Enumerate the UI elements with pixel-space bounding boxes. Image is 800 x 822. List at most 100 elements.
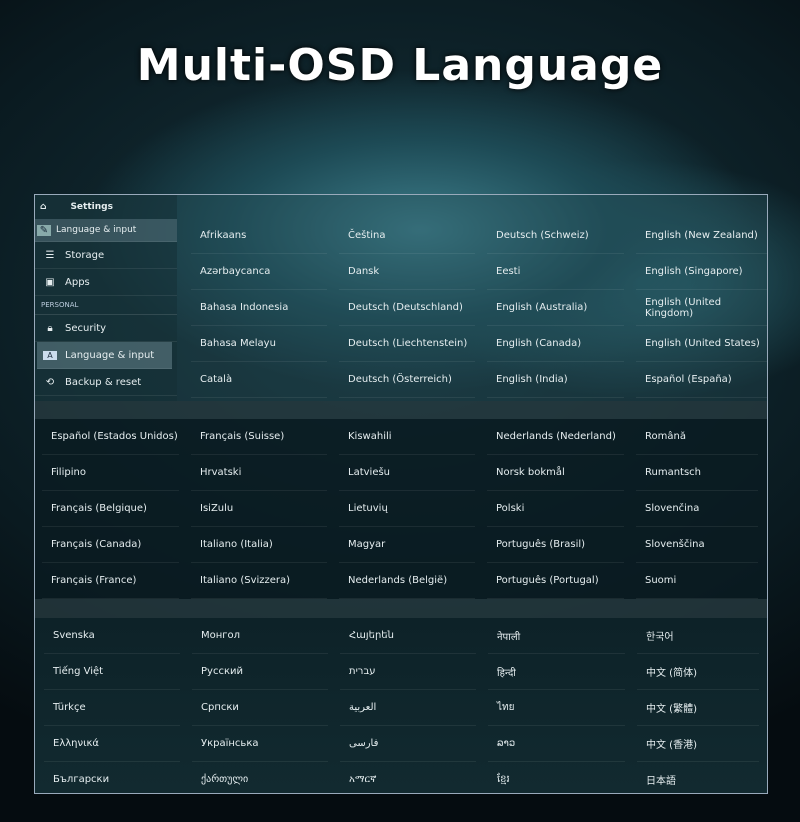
home-icon[interactable]: ⌂	[40, 202, 46, 212]
language-option[interactable]: Bahasa Indonesia	[191, 290, 327, 326]
language-option[interactable]: Tiếng Việt	[44, 654, 180, 690]
sidebar-item-storage[interactable]: ☰ Storage	[35, 242, 177, 269]
lock-icon: 🔒︎	[47, 322, 53, 334]
language-option[interactable]: 中文 (简体)	[637, 654, 759, 690]
language-option[interactable]: Română	[636, 419, 758, 455]
language-option[interactable]: Български	[44, 762, 180, 793]
divider	[35, 401, 767, 419]
language-option[interactable]: Lietuvių	[339, 491, 475, 527]
language-section-1: ⌂ Settings ✎ Language & input ☰ Storage …	[35, 195, 767, 401]
language-option[interactable]: English (India)	[487, 362, 624, 398]
language-option[interactable]: Suomi	[636, 563, 758, 599]
settings-title: Settings	[70, 202, 113, 212]
sidebar-item-label: Backup & reset	[65, 376, 142, 388]
language-option[interactable]: Ελληνικά	[44, 726, 180, 762]
backup-icon: ⟲	[45, 376, 55, 388]
sidebar-item-label: Storage	[65, 249, 105, 261]
language-option[interactable]: Dansk	[339, 254, 475, 290]
language-option[interactable]: 中文 (繁體)	[637, 690, 759, 726]
language-option[interactable]: Português (Brasil)	[487, 527, 624, 563]
page-title: Multi-OSD Language	[136, 40, 664, 91]
language-option[interactable]: Slovenčina	[636, 491, 758, 527]
sidebar-item-label: Apps	[65, 276, 90, 288]
settings-sidebar: ⌂ Settings ✎ Language & input ☰ Storage …	[35, 195, 177, 401]
language-option[interactable]: Hrvatski	[191, 455, 327, 491]
language-option[interactable]: English (Australia)	[487, 290, 624, 326]
language-option[interactable]: Azərbaycanca	[191, 254, 327, 290]
sidebar-item-language-input[interactable]: A Language & input	[37, 342, 172, 369]
language-option[interactable]: Kiswahili	[339, 419, 475, 455]
category-personal: PERSONAL	[35, 296, 177, 315]
language-option[interactable]: Rumantsch	[636, 455, 758, 491]
language-option[interactable]: Français (Canada)	[42, 527, 179, 563]
settings-panel: ⌂ Settings ✎ Language & input ☰ Storage …	[34, 194, 768, 794]
language-option[interactable]: Հայերեն	[340, 618, 476, 654]
language-option[interactable]: 中文 (香港)	[637, 726, 759, 762]
language-option[interactable]: Español (Estados Unidos)	[42, 419, 179, 455]
current-page-language-input[interactable]: ✎ Language & input	[35, 219, 177, 242]
language-section-2: Español (Estados Unidos) Français (Suisse…	[35, 419, 767, 599]
sidebar-item-apps[interactable]: ▣ Apps	[35, 269, 177, 296]
language-option[interactable]: Français (France)	[42, 563, 179, 599]
language-option[interactable]: Русский	[192, 654, 328, 690]
language-option[interactable]: Deutsch (Österreich)	[339, 362, 475, 398]
language-option[interactable]: ខ្មែរ	[488, 762, 625, 793]
language-option[interactable]: हिन्दी	[488, 654, 625, 690]
language-option[interactable]: Deutsch (Deutschland)	[339, 290, 475, 326]
language-option[interactable]: Deutsch (Schweiz)	[487, 218, 624, 254]
language-option[interactable]: Português (Portugal)	[487, 563, 624, 599]
language-option[interactable]: Français (Suisse)	[191, 419, 327, 455]
language-option[interactable]: Español (España)	[636, 362, 767, 398]
language-option[interactable]: Slovenščina	[636, 527, 758, 563]
language-option[interactable]: Italiano (Svizzera)	[191, 563, 327, 599]
language-option[interactable]: English (New Zealand)	[636, 218, 767, 254]
sidebar-item-label: Language & input	[56, 225, 137, 235]
language-option[interactable]: नेपाली	[488, 618, 625, 654]
language-option[interactable]: Nederlands (België)	[339, 563, 475, 599]
language-option[interactable]: Svenska	[44, 618, 180, 654]
sidebar-item-label: Language & input	[65, 349, 155, 361]
language-option[interactable]: English (United States)	[636, 326, 767, 362]
language-option[interactable]: Latviešu	[339, 455, 475, 491]
language-option[interactable]: ລາວ	[488, 726, 625, 762]
language-section-3: Svenska Монгол Հայերեն नेपाली 한국어 Tiếng Việt Р…	[35, 618, 767, 793]
storage-icon: ☰	[45, 249, 55, 261]
language-option[interactable]: Italiano (Italia)	[191, 527, 327, 563]
language-option[interactable]: Norsk bokmål	[487, 455, 624, 491]
language-option[interactable]: العربية	[340, 690, 476, 726]
sidebar-item-backup-reset[interactable]: ⟲ Backup & reset	[35, 369, 177, 396]
language-option[interactable]: Монгол	[192, 618, 328, 654]
language-option[interactable]: Türkçe	[44, 690, 180, 726]
language-option[interactable]: Français (Belgique)	[42, 491, 179, 527]
language-option[interactable]: English (Canada)	[487, 326, 624, 362]
language-option[interactable]: Polski	[487, 491, 624, 527]
language-option[interactable]: Українська	[192, 726, 328, 762]
language-option[interactable]: Filipino	[42, 455, 179, 491]
language-option[interactable]: עברית	[340, 654, 476, 690]
divider	[35, 599, 767, 618]
settings-header[interactable]: ⌂ Settings	[35, 195, 177, 219]
language-option[interactable]: English (Singapore)	[636, 254, 767, 290]
language-option[interactable]: Afrikaans	[191, 218, 327, 254]
sidebar-item-label: Security	[65, 322, 107, 334]
language-option[interactable]: IsiZulu	[191, 491, 327, 527]
keyboard-icon: A	[43, 350, 57, 360]
language-option[interactable]: አማርኛ	[340, 762, 476, 793]
language-option[interactable]: Српски	[192, 690, 328, 726]
apps-icon: ▣	[45, 276, 55, 288]
language-option[interactable]: 日本語	[637, 762, 759, 793]
wrench-icon: ✎	[37, 224, 51, 236]
sidebar-item-security[interactable]: 🔒︎ Security	[35, 315, 177, 342]
language-option[interactable]: Nederlands (Nederland)	[487, 419, 624, 455]
language-option[interactable]: English (United Kingdom)	[636, 290, 767, 326]
language-option[interactable]: فارسی	[340, 726, 476, 762]
language-option[interactable]: ქართული	[192, 762, 328, 793]
language-option[interactable]: Català	[191, 362, 327, 398]
language-option[interactable]: Deutsch (Liechtenstein)	[339, 326, 475, 362]
language-option[interactable]: Magyar	[339, 527, 475, 563]
language-option[interactable]: Čeština	[339, 218, 475, 254]
language-option[interactable]: Eesti	[487, 254, 624, 290]
language-option[interactable]: ไทย	[488, 690, 625, 726]
language-option[interactable]: 한국어	[637, 618, 759, 654]
language-option[interactable]: Bahasa Melayu	[191, 326, 327, 362]
